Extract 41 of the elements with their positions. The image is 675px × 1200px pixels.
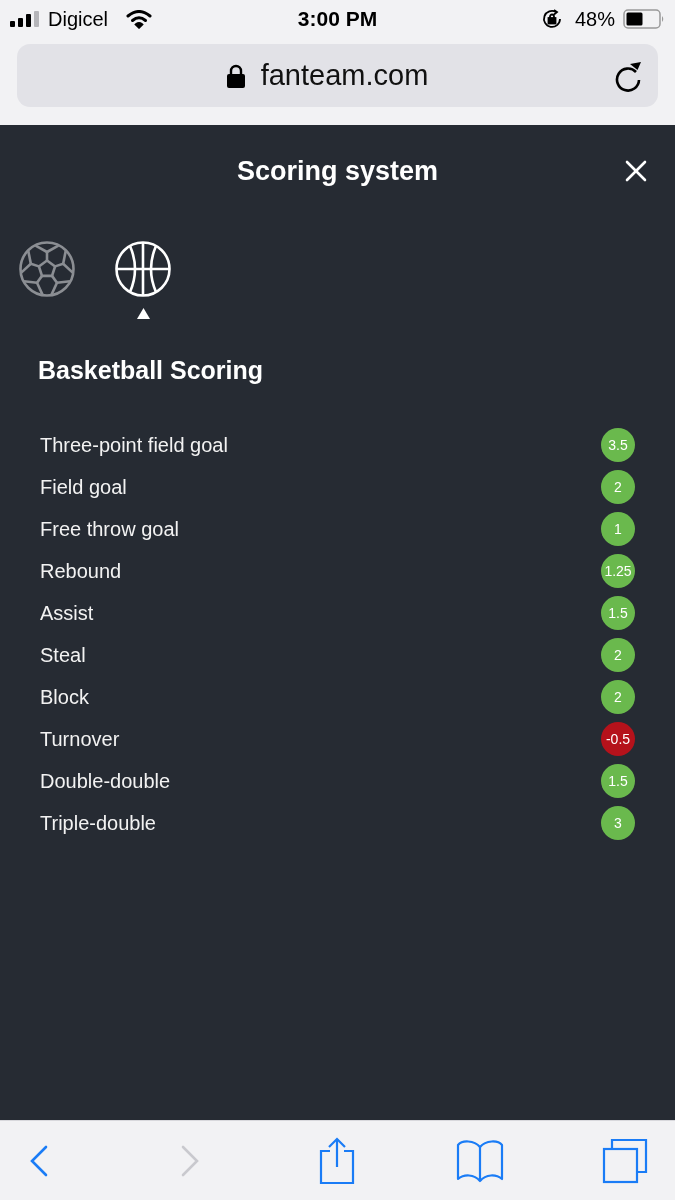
signal-bars-icon [10,11,40,27]
rule-label: Triple-double [40,811,156,835]
points-badge: 2 [601,680,635,714]
basketball-icon[interactable] [115,241,171,297]
tabs-icon[interactable] [602,1137,648,1184]
rule-label: Turnover [40,727,120,751]
rule-label: Field goal [40,475,127,499]
back-chevron-icon[interactable] [29,1144,49,1177]
rule-label: Three-point field goal [40,433,228,457]
url-text: fanteam.com [260,59,429,92]
address-bar[interactable]: fanteam.com [17,44,658,107]
carrier-name: Digicel [48,7,109,31]
points-badge: 1.5 [601,596,635,630]
lock-icon [226,63,245,88]
rotation-lock-icon [540,8,563,30]
open-book-icon[interactable] [456,1138,504,1183]
rule-label: Free throw goal [40,517,179,541]
selected-triangle-icon [136,308,150,319]
status-time: 3:00 PM [297,7,378,31]
points-badge: 1 [601,512,635,546]
rule-label: Assist [40,601,94,625]
points-badge: -0.5 [601,722,635,756]
rule-label: Block [40,685,89,709]
modal-title: Scoring system [236,155,439,187]
section-heading: Basketball Scoring [38,355,265,385]
reload-icon[interactable] [614,59,642,92]
rule-label: Rebound [40,559,122,583]
rule-label: Steal [40,643,86,667]
rule-label: Double-double [40,769,171,793]
points-badge: 3.5 [601,428,635,462]
battery-percent: 48% [574,7,615,31]
points-badge: 1.25 [601,554,635,588]
soccer-ball-icon[interactable] [19,241,75,297]
points-badge: 2 [601,470,635,504]
battery-icon [623,9,665,29]
points-badge: 2 [601,638,635,672]
wifi-icon [126,9,153,29]
points-badge: 3 [601,806,635,840]
points-badge: 1.5 [601,764,635,798]
close-icon[interactable] [625,160,647,182]
share-icon[interactable] [319,1136,355,1185]
